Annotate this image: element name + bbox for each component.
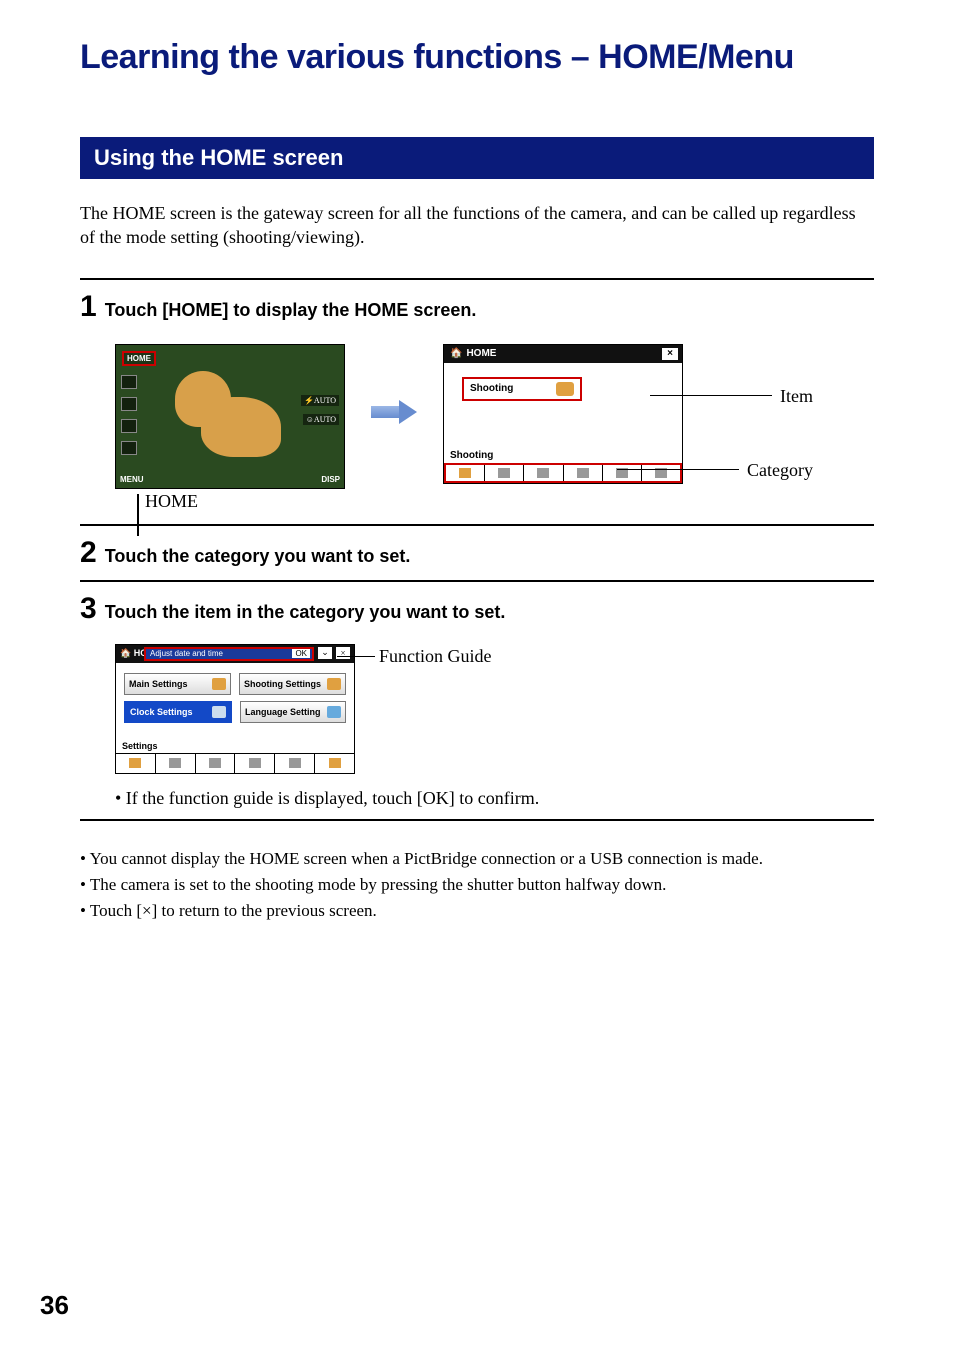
category-settings-icon[interactable] bbox=[642, 465, 680, 481]
clock-settings-button[interactable]: Clock Settings bbox=[124, 701, 232, 723]
flash-auto-icon[interactable]: ⚡AUTO bbox=[301, 395, 339, 406]
settings-category-bar: Settings bbox=[116, 739, 354, 773]
category-settings-icon[interactable] bbox=[315, 754, 354, 773]
step3-note: • If the function guide is displayed, to… bbox=[115, 788, 874, 809]
callout-item: Item bbox=[780, 386, 813, 407]
divider bbox=[80, 819, 874, 821]
settings-screen: 🏠 HOME Adjust date and time OK ⌄ × Main … bbox=[115, 644, 355, 774]
function-guide-text: Adjust date and time bbox=[150, 649, 223, 658]
step3-number: 3 bbox=[80, 592, 97, 626]
step2-text: Touch the category you want to set. bbox=[105, 546, 411, 566]
intro-paragraph: The HOME screen is the gateway screen fo… bbox=[80, 201, 874, 250]
home-osd-button[interactable]: HOME bbox=[122, 351, 156, 366]
home-header-label: HOME bbox=[466, 348, 496, 359]
shooting-settings-button[interactable]: Shooting Settings bbox=[239, 673, 346, 695]
step2-number: 2 bbox=[80, 536, 97, 570]
language-setting-button[interactable]: Language Setting bbox=[240, 701, 346, 723]
step3-diagram: 🏠 HOME Adjust date and time OK ⌄ × Main … bbox=[115, 644, 874, 774]
right-osd-icons: ⚡AUTO ☺AUTO bbox=[301, 395, 339, 425]
settings-row-1: Main Settings Shooting Settings bbox=[124, 673, 346, 695]
category-memory-icon[interactable] bbox=[275, 754, 315, 773]
callout-line bbox=[137, 494, 139, 536]
home-screen: 🏠 HOME × Shooting Shooting bbox=[443, 344, 683, 484]
close-icon[interactable]: × bbox=[662, 348, 678, 360]
step1-diagram: HOME ⚡AUTO ☺AUTO MENU DISP HOME 🏠 HOME × bbox=[115, 344, 874, 512]
language-icon bbox=[327, 706, 341, 718]
category-row bbox=[444, 463, 682, 483]
home-screen-wrap: 🏠 HOME × Shooting Shooting Item Ca bbox=[443, 344, 683, 484]
category-playback-icon[interactable] bbox=[156, 754, 196, 773]
osd-icon[interactable] bbox=[121, 375, 137, 389]
step-2: 2 Touch the category you want to set. bbox=[80, 536, 874, 570]
camera-icon bbox=[556, 382, 574, 396]
category-slideshow-icon[interactable] bbox=[524, 465, 563, 481]
left-osd-icons bbox=[121, 375, 137, 455]
settings-row-2: Clock Settings Language Setting bbox=[124, 701, 346, 723]
tool-icon bbox=[212, 678, 226, 690]
page-title: Learning the various functions – HOME/Me… bbox=[80, 38, 874, 77]
function-guide-bar[interactable]: Adjust date and time OK bbox=[144, 647, 314, 661]
chevron-down-icon[interactable]: ⌄ bbox=[318, 647, 332, 659]
settings-category-label: Settings bbox=[116, 739, 354, 753]
category-memory-icon[interactable] bbox=[603, 465, 642, 481]
callout-function-guide: Function Guide bbox=[379, 646, 492, 667]
section-header: Using the HOME screen bbox=[80, 137, 874, 179]
osd-icon[interactable] bbox=[121, 419, 137, 433]
page-number: 36 bbox=[40, 1290, 69, 1321]
category-slideshow-icon[interactable] bbox=[196, 754, 236, 773]
category-shooting-icon[interactable] bbox=[116, 754, 156, 773]
category-print-icon[interactable] bbox=[235, 754, 275, 773]
home-item-shooting[interactable]: Shooting bbox=[462, 377, 582, 401]
note-item: • Touch [×] to return to the previous sc… bbox=[80, 901, 874, 921]
notes-list: • You cannot display the HOME screen whe… bbox=[80, 849, 874, 921]
preview-dog-image bbox=[155, 361, 305, 471]
step-3: 3 Touch the item in the category you wan… bbox=[80, 592, 874, 626]
home-screen-header: 🏠 HOME × bbox=[444, 345, 682, 363]
divider bbox=[80, 580, 874, 582]
close-icon[interactable]: × bbox=[336, 647, 350, 659]
note-item: • You cannot display the HOME screen whe… bbox=[80, 849, 874, 869]
divider bbox=[80, 524, 874, 526]
camera-preview-screen: HOME ⚡AUTO ☺AUTO MENU DISP bbox=[115, 344, 345, 489]
clock-icon bbox=[212, 706, 226, 718]
camera-icon bbox=[327, 678, 341, 690]
smile-auto-icon[interactable]: ☺AUTO bbox=[303, 414, 339, 425]
main-settings-button[interactable]: Main Settings bbox=[124, 673, 231, 695]
osd-icon[interactable] bbox=[121, 397, 137, 411]
camera-preview-wrap: HOME ⚡AUTO ☺AUTO MENU DISP HOME bbox=[115, 344, 345, 512]
step-1: 1 Touch [HOME] to display the HOME scree… bbox=[80, 290, 874, 324]
step3-text: Touch the item in the category you want … bbox=[105, 602, 506, 622]
step1-text: Touch [HOME] to display the HOME screen. bbox=[105, 300, 477, 320]
home-callout-label: HOME bbox=[145, 491, 345, 512]
arrow-right-icon bbox=[371, 400, 417, 424]
category-playback-icon[interactable] bbox=[485, 465, 524, 481]
callout-category: Category bbox=[747, 460, 813, 481]
home-category-label: Shooting bbox=[444, 449, 682, 463]
disp-osd-label[interactable]: DISP bbox=[321, 475, 340, 484]
osd-icon[interactable] bbox=[121, 441, 137, 455]
category-shooting-icon[interactable] bbox=[446, 465, 485, 481]
note-item: • The camera is set to the shooting mode… bbox=[80, 875, 874, 895]
home-item-label: Shooting bbox=[470, 383, 513, 394]
step1-number: 1 bbox=[80, 290, 97, 324]
category-row bbox=[116, 753, 354, 773]
home-category-bar: Shooting bbox=[444, 449, 682, 483]
category-print-icon[interactable] bbox=[564, 465, 603, 481]
ok-button[interactable]: OK bbox=[292, 649, 310, 658]
menu-osd-label[interactable]: MENU bbox=[120, 475, 144, 484]
divider bbox=[80, 278, 874, 280]
